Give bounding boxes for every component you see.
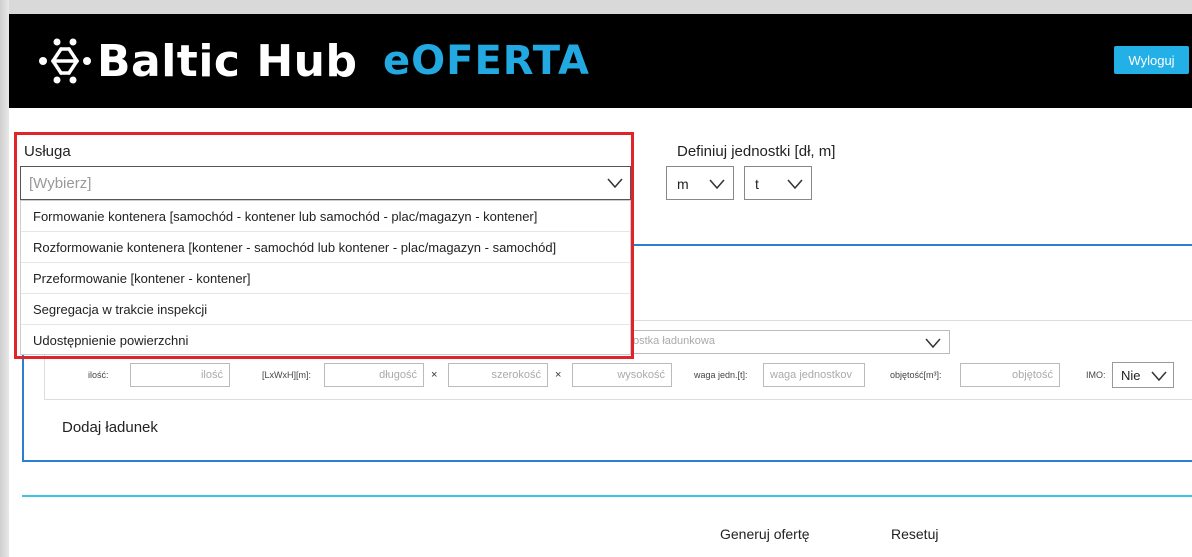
chevron-down-icon — [709, 179, 725, 189]
service-dropdown-list: Formowanie kontenera [samochód - kontene… — [20, 200, 631, 355]
service-select[interactable]: [Wybierz] — [20, 166, 631, 200]
service-select-placeholder: [Wybierz] — [29, 175, 92, 192]
service-option[interactable]: Rozformowanie kontenera [kontener - samo… — [21, 232, 630, 263]
volume-label: objętość[m³]: — [890, 370, 942, 380]
imo-label: IMO: — [1086, 370, 1106, 380]
chevron-down-icon — [787, 179, 803, 189]
length-unit-value: m — [677, 176, 689, 192]
unit-weight-input[interactable]: waga jednostkov — [763, 363, 865, 387]
chevron-down-icon — [1151, 371, 1167, 381]
window-frame-left — [0, 0, 9, 557]
logout-button[interactable]: Wyloguj — [1114, 46, 1189, 74]
volume-input[interactable]: objętość — [960, 363, 1060, 387]
service-option[interactable]: Przeformowanie [kontener - kontener] — [21, 263, 630, 294]
chevron-down-icon — [607, 178, 623, 188]
length-unit-select[interactable]: m — [666, 166, 734, 200]
service-option[interactable]: Formowanie kontenera [samochód - kontene… — [21, 201, 630, 232]
chevron-down-icon — [925, 338, 941, 348]
service-option[interactable]: Segregacja w trakcie inspekcji — [21, 294, 630, 325]
reset-button[interactable]: Resetuj — [891, 526, 938, 542]
units-label: Definiuj jednostki [dł, m] — [677, 143, 836, 160]
imo-select[interactable]: Nie — [1112, 362, 1174, 388]
app-header: Baltic Hub eOFERTA Wyloguj — [9, 14, 1192, 108]
quantity-input[interactable]: ilość — [130, 363, 230, 387]
generate-offer-button[interactable]: Generuj ofertę — [720, 526, 810, 542]
logo-text: Baltic Hub — [97, 35, 358, 87]
imo-value: Nie — [1121, 368, 1141, 383]
service-option[interactable]: Udostępnienie powierzchni — [21, 325, 630, 356]
weight-unit-value: t — [755, 176, 759, 192]
width-input[interactable]: szerokość — [448, 363, 548, 387]
service-label: Usługa — [24, 143, 71, 160]
add-cargo-button[interactable]: Dodaj ładunek — [62, 419, 158, 436]
dimensions-label: [LxWxH][m]: — [262, 370, 311, 380]
window-frame-top — [0, 0, 1192, 14]
unit-weight-label: waga jedn.[t]: — [694, 370, 748, 380]
weight-unit-select[interactable]: t — [744, 166, 812, 200]
section-divider — [22, 495, 1192, 497]
length-input[interactable]: długość — [324, 363, 424, 387]
height-input[interactable]: wysokość — [572, 363, 672, 387]
baltic-hub-logo-icon — [39, 38, 91, 84]
quantity-label: ilość: — [88, 370, 109, 380]
app-name: eOFERTA — [383, 38, 590, 84]
times-symbol: × — [555, 369, 562, 381]
times-symbol: × — [431, 369, 438, 381]
cargo-unit-placeholder: ostka ładunkowa — [633, 335, 715, 347]
baltic-hub-logo: Baltic Hub — [37, 34, 357, 88]
